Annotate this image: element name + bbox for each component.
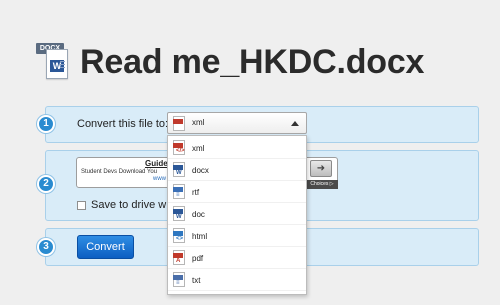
icon-glyph: A — [176, 258, 181, 264]
save-to-drive-checkbox[interactable] — [77, 201, 86, 210]
doc-file-icon: W — [173, 206, 185, 221]
ad-choices-badge[interactable]: Choices ▷ — [306, 180, 338, 189]
format-select-value: xml — [192, 118, 205, 127]
format-option-pdf[interactable]: A pdf — [168, 247, 306, 269]
convert-to-label: Convert this file to: — [77, 118, 169, 130]
format-select[interactable]: xml — [167, 112, 307, 134]
arrow-right-button[interactable]: ➜ — [310, 160, 332, 177]
xml-file-icon: </> — [173, 140, 185, 155]
format-option-label: docx — [192, 166, 209, 175]
save-to-drive-label: Save to drive whe — [91, 199, 179, 211]
html-file-icon: <> — [173, 228, 185, 243]
txt-file-icon: ≡ — [173, 272, 185, 287]
format-option-docx[interactable]: W docx — [168, 159, 306, 181]
format-option-doc[interactable]: W doc — [168, 203, 306, 225]
icon-glyph: <> — [176, 236, 184, 242]
format-option-label: txt — [192, 276, 201, 285]
page-header: DOCX W Read me_HKDC.docx — [36, 40, 424, 84]
text-line — [60, 67, 65, 68]
text-line — [60, 61, 65, 62]
convert-button[interactable]: Convert — [77, 235, 134, 259]
format-option-label: html — [192, 232, 208, 241]
chevron-up-icon — [291, 121, 299, 126]
format-option-txt[interactable]: ≡ txt — [168, 269, 306, 291]
page-title: Read me_HKDC.docx — [80, 42, 425, 81]
icon-glyph: W — [176, 170, 182, 176]
guide-link[interactable]: www — [153, 176, 166, 182]
text-line — [60, 64, 65, 65]
format-option-rtf[interactable]: ≡ rtf — [168, 181, 306, 203]
guide-subtitle: Student Devs Download You — [81, 169, 158, 175]
format-option-html[interactable]: <> html — [168, 225, 306, 247]
icon-glyph: </> — [176, 148, 185, 154]
format-option-xml[interactable]: </> xml — [168, 137, 306, 159]
docx-file-icon: W — [173, 162, 185, 177]
docx-file-icon: DOCX W — [36, 43, 72, 81]
step-2-badge: 2 — [37, 175, 55, 193]
xml-file-icon — [173, 116, 185, 131]
format-option-label: rtf — [192, 188, 200, 197]
pdf-file-icon: A — [173, 250, 185, 265]
icon-glyph: ≡ — [176, 280, 180, 286]
format-option-label: pdf — [192, 254, 204, 263]
guide-title: Guide — [145, 159, 168, 168]
step-1-badge: 1 — [37, 115, 55, 133]
rtf-file-icon: ≡ — [173, 184, 185, 199]
icon-glyph: ≡ — [176, 192, 180, 198]
format-dropdown-list: </> xml W docx ≡ rtf W doc <> html A pdf… — [167, 135, 307, 295]
file-page-shape: W — [46, 49, 68, 79]
format-option-label: xml — [192, 144, 205, 153]
icon-glyph: W — [176, 214, 182, 220]
icon-band — [173, 119, 183, 124]
format-option-label: doc — [192, 210, 205, 219]
step-3-badge: 3 — [37, 238, 55, 256]
